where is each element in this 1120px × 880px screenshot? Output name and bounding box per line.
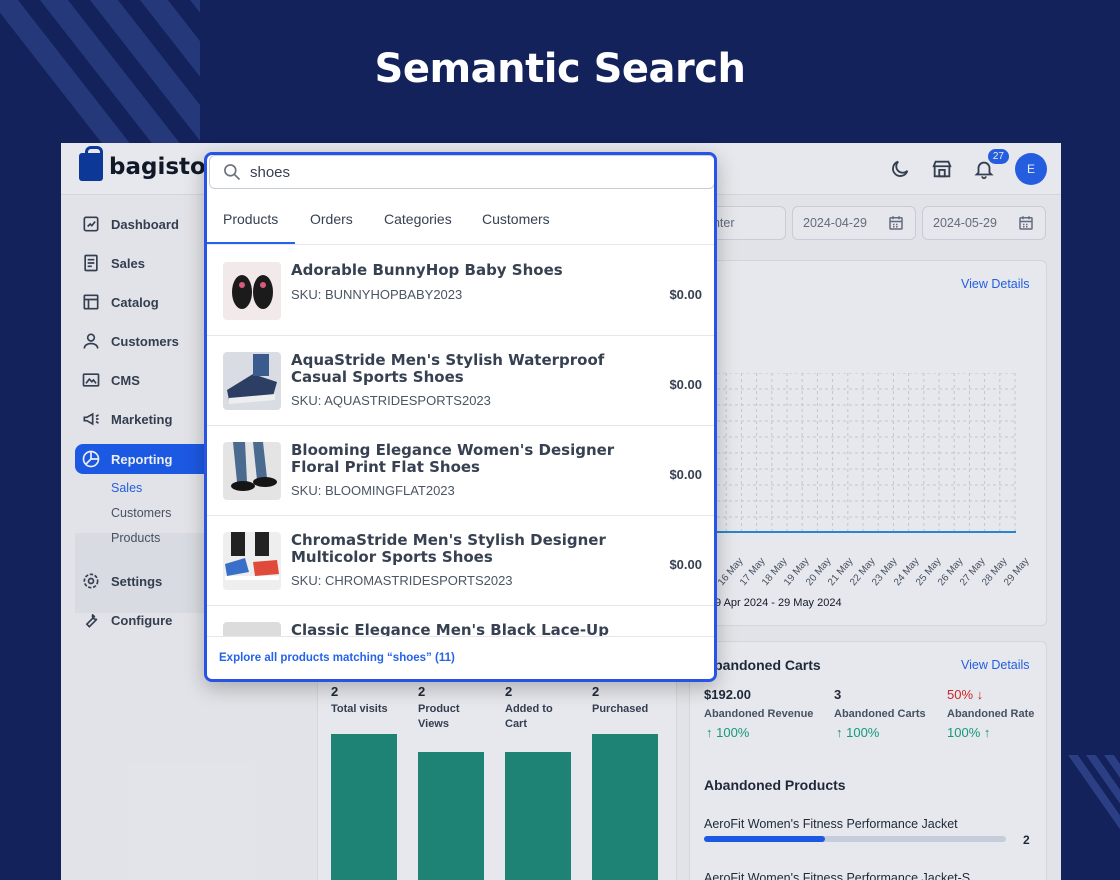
product-thumbnail bbox=[223, 352, 281, 410]
product-name: ChromaStride Men's Stylish Designer Mult… bbox=[291, 531, 606, 566]
product-sku: SKU: AQUASTRIDESPORTS2023 bbox=[291, 393, 491, 408]
product-name: Adorable BunnyHop Baby Shoes bbox=[291, 261, 563, 279]
search-results: Adorable BunnyHop Baby Shoes SKU: BUNNYH… bbox=[207, 246, 714, 636]
search-result-row[interactable]: Blooming Elegance Women's Designer Flora… bbox=[207, 426, 714, 516]
hero-title: Semantic Search bbox=[374, 46, 746, 92]
product-price: $0.00 bbox=[669, 557, 702, 572]
tab-categories[interactable]: Categories bbox=[384, 211, 452, 227]
product-sku: SKU: BUNNYHOPBABY2023 bbox=[291, 287, 463, 302]
search-result-row[interactable]: Classic Elegance Men's Black Lace-Up For… bbox=[207, 606, 714, 636]
active-tab-indicator bbox=[207, 242, 295, 244]
search-footer: Explore all products matching “shoes” (1… bbox=[207, 636, 714, 679]
product-price: $0.00 bbox=[669, 377, 702, 392]
search-tabs: Products Orders Categories Customers bbox=[207, 195, 714, 245]
product-price: $0.00 bbox=[669, 287, 702, 302]
product-name: Classic Elegance Men's Black Lace-Up For… bbox=[291, 621, 609, 637]
tab-customers[interactable]: Customers bbox=[482, 211, 550, 227]
product-name: AquaStride Men's Stylish Waterproof Casu… bbox=[291, 351, 605, 386]
product-name: Blooming Elegance Women's Designer Flora… bbox=[291, 441, 615, 476]
explore-all-products-link[interactable]: Explore all products matching “shoes” (1… bbox=[219, 652, 455, 664]
search-result-row[interactable]: AquaStride Men's Stylish Waterproof Casu… bbox=[207, 336, 714, 426]
tab-products[interactable]: Products bbox=[223, 211, 278, 227]
product-thumbnail bbox=[223, 262, 281, 320]
semantic-search-panel: Products Orders Categories Customers Ado… bbox=[204, 152, 717, 682]
search-input[interactable] bbox=[250, 163, 670, 181]
product-thumbnail bbox=[223, 532, 281, 590]
search-result-row[interactable]: ChromaStride Men's Stylish Designer Mult… bbox=[207, 516, 714, 606]
search-box[interactable] bbox=[209, 155, 714, 189]
product-thumbnail bbox=[223, 442, 281, 500]
product-price: $0.00 bbox=[669, 467, 702, 482]
search-icon bbox=[224, 164, 241, 181]
decorative-stripes-bottom-right bbox=[1060, 755, 1120, 850]
product-sku: SKU: BLOOMINGFLAT2023 bbox=[291, 483, 455, 498]
product-sku: SKU: CHROMASTRIDESPORTS2023 bbox=[291, 573, 513, 588]
product-thumbnail bbox=[223, 622, 281, 636]
tab-orders[interactable]: Orders bbox=[310, 211, 353, 227]
search-result-row[interactable]: Adorable BunnyHop Baby Shoes SKU: BUNNYH… bbox=[207, 246, 714, 336]
